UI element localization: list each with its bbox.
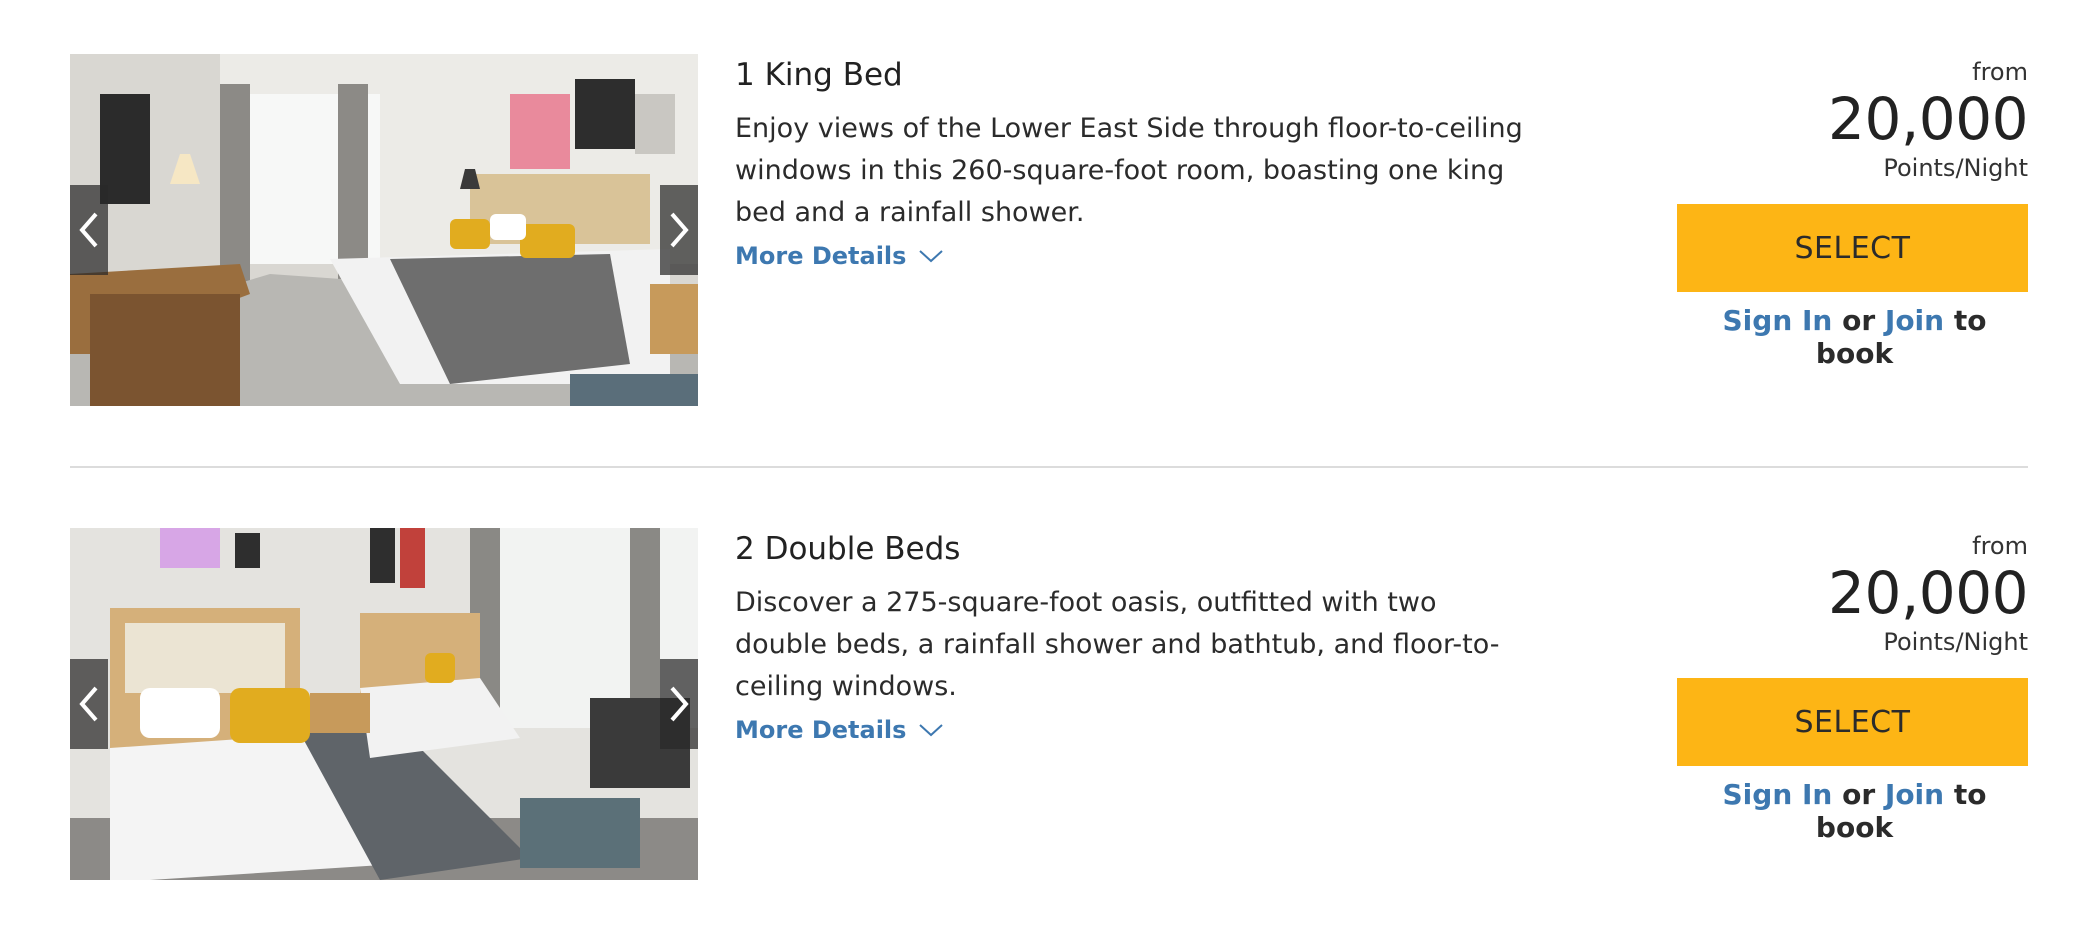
chevron-right-icon bbox=[670, 212, 689, 248]
chevron-down-icon bbox=[919, 250, 944, 263]
divider bbox=[70, 466, 2028, 468]
chevron-left-icon bbox=[79, 686, 98, 722]
room-title: 2 Double Beds bbox=[735, 531, 961, 567]
room-card-double: 2 Double Beds Discover a 275-square-foot… bbox=[70, 528, 2029, 880]
room-photo bbox=[70, 54, 698, 406]
chevron-down-icon bbox=[919, 724, 944, 737]
room-photo bbox=[70, 528, 698, 880]
or-text: or bbox=[1842, 304, 1876, 337]
room-info: 2 Double Beds Discover a 275-square-foot… bbox=[735, 528, 1565, 744]
carousel-next-button[interactable] bbox=[660, 659, 698, 749]
room-description: Discover a 275-square-foot oasis, outfit… bbox=[735, 587, 1500, 702]
room-title: 1 King Bed bbox=[735, 57, 903, 93]
price-panel: from 20,000 Points/Night SELECT Sign In … bbox=[1677, 54, 2029, 370]
more-details-label: More Details bbox=[735, 716, 907, 744]
price-prefix: from bbox=[1972, 58, 2028, 86]
price-panel: from 20,000 Points/Night SELECT Sign In … bbox=[1677, 528, 2029, 844]
more-details-label: More Details bbox=[735, 242, 907, 270]
select-button[interactable]: SELECT bbox=[1677, 204, 2028, 292]
carousel-prev-button[interactable] bbox=[70, 659, 108, 749]
price-amount: 20,000 bbox=[1828, 85, 2028, 153]
room-info: 1 King Bed Enjoy views of the Lower East… bbox=[735, 54, 1565, 270]
sign-in-link[interactable]: Sign In bbox=[1723, 304, 1833, 337]
carousel-next-button[interactable] bbox=[660, 185, 698, 275]
more-details-link[interactable]: More Details bbox=[735, 716, 944, 744]
price-amount: 20,000 bbox=[1828, 559, 2028, 627]
chevron-right-icon bbox=[670, 686, 689, 722]
price-prefix: from bbox=[1972, 532, 2028, 560]
select-button[interactable]: SELECT bbox=[1677, 678, 2028, 766]
sign-in-prompt: Sign In or Join to book bbox=[1677, 304, 2028, 370]
room-photo-carousel[interactable] bbox=[70, 54, 698, 406]
join-link[interactable]: Join bbox=[1885, 304, 1944, 337]
room-description: Enjoy views of the Lower East Side throu… bbox=[735, 113, 1523, 228]
chevron-left-icon bbox=[79, 212, 98, 248]
price-unit: Points/Night bbox=[1883, 628, 2028, 656]
carousel-prev-button[interactable] bbox=[70, 185, 108, 275]
sign-in-link[interactable]: Sign In bbox=[1723, 778, 1833, 811]
room-photo-carousel[interactable] bbox=[70, 528, 698, 880]
more-details-link[interactable]: More Details bbox=[735, 242, 944, 270]
or-text: or bbox=[1842, 778, 1876, 811]
join-link[interactable]: Join bbox=[1885, 778, 1944, 811]
sign-in-prompt: Sign In or Join to book bbox=[1677, 778, 2028, 844]
room-card-king: 1 King Bed Enjoy views of the Lower East… bbox=[70, 54, 2029, 406]
price-unit: Points/Night bbox=[1883, 154, 2028, 182]
